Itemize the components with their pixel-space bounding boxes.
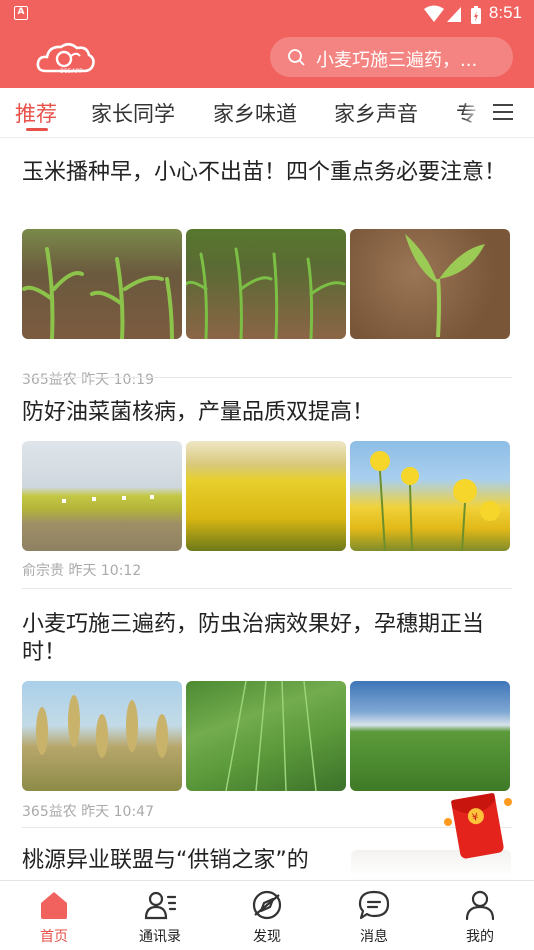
article-source: 365益农 bbox=[22, 372, 77, 388]
bottom-navigation: 首页 通讯录 发现 消息 我的 bbox=[0, 880, 534, 950]
home-icon bbox=[41, 892, 67, 919]
message-icon bbox=[358, 890, 390, 920]
article-card[interactable]: 小麦巧施三遍药，防虫治病效果好，孕穗期正当时！ 365益农 昨天 10:47 bbox=[22, 611, 512, 820]
profile-icon bbox=[465, 890, 495, 921]
contacts-icon bbox=[144, 891, 176, 920]
nav-home-label: 首页 bbox=[40, 929, 68, 945]
nav-discover[interactable]: 发现 bbox=[227, 881, 307, 950]
menu-icon[interactable] bbox=[493, 104, 513, 120]
article-image[interactable] bbox=[350, 681, 510, 791]
signal-icon bbox=[447, 7, 461, 22]
article-source: 365益农 bbox=[22, 804, 77, 820]
nav-profile-label: 我的 bbox=[466, 929, 494, 945]
discover-icon bbox=[252, 890, 282, 920]
news-feed[interactable]: 玉米播种早，小心不出苗！四个重点务必要注意！ 365益农 昨天 10:19 防好… bbox=[0, 139, 534, 880]
status-time: 8:51 bbox=[488, 3, 522, 22]
divider bbox=[22, 827, 512, 828]
article-card[interactable]: 玉米播种早，小心不出苗！四个重点务必要注意！ 365益农 昨天 10:19 bbox=[22, 159, 512, 388]
active-tab-indicator bbox=[26, 128, 48, 131]
divider bbox=[22, 588, 512, 589]
notification-a-icon: A bbox=[14, 6, 28, 20]
article-time: 昨天 10:47 bbox=[81, 804, 154, 820]
article-image[interactable] bbox=[186, 229, 346, 339]
article-card[interactable]: 桃源异业联盟与“供销之家”的 bbox=[22, 847, 512, 880]
search-bar[interactable]: 小麦巧施三遍药，... bbox=[270, 37, 513, 77]
nav-contacts[interactable]: 通讯录 bbox=[120, 881, 200, 950]
article-time: 昨天 10:12 bbox=[68, 563, 142, 579]
nav-messages[interactable]: 消息 bbox=[334, 881, 414, 950]
nav-contacts-label: 通讯录 bbox=[139, 929, 181, 945]
article-card[interactable]: 防好油菜菌核病，产量品质双提高！ 俞宗贵 昨天 10:12 bbox=[22, 399, 512, 579]
wifi-icon bbox=[424, 5, 444, 22]
article-meta: 365益农 昨天 10:47 bbox=[22, 801, 154, 821]
tab-hometown-taste[interactable]: 家乡味道 bbox=[213, 98, 297, 128]
status-bar: A 8:51 bbox=[0, 0, 534, 28]
article-title[interactable]: 玉米播种早，小心不出苗！四个重点务必要注意！ bbox=[22, 159, 512, 187]
nav-discover-label: 发现 bbox=[253, 929, 281, 945]
article-source: 俞宗贵 bbox=[22, 563, 64, 579]
article-image[interactable] bbox=[22, 229, 182, 339]
app-header: A 8:51 365APP 小麦巧施三遍药，... bbox=[0, 0, 534, 88]
tab-parents-classmates[interactable]: 家长同学 bbox=[91, 98, 175, 128]
nav-profile[interactable]: 我的 bbox=[440, 881, 520, 950]
article-title[interactable]: 小麦巧施三遍药，防虫治病效果好，孕穗期正当时！ bbox=[22, 611, 512, 667]
category-tabs: 推荐 家长同学 家乡味道 家乡声音 专 bbox=[0, 88, 534, 138]
app-logo: 365APP bbox=[36, 42, 95, 75]
article-image[interactable] bbox=[350, 441, 510, 551]
tab-recommend[interactable]: 推荐 bbox=[15, 98, 57, 128]
nav-messages-label: 消息 bbox=[360, 929, 388, 945]
red-packet-icon[interactable]: ¥ bbox=[442, 792, 514, 864]
article-title[interactable]: 桃源异业联盟与“供销之家”的 bbox=[22, 847, 332, 875]
battery-icon bbox=[471, 6, 481, 24]
logo-text: 365APP bbox=[60, 68, 83, 75]
search-icon bbox=[288, 49, 305, 66]
divider bbox=[22, 377, 512, 378]
search-input[interactable]: 小麦巧施三遍药，... bbox=[316, 46, 501, 72]
article-image[interactable] bbox=[350, 229, 510, 339]
article-meta: 俞宗贵 昨天 10:12 bbox=[22, 560, 141, 580]
article-title[interactable]: 防好油菜菌核病，产量品质双提高！ bbox=[22, 399, 512, 427]
article-image[interactable] bbox=[22, 441, 182, 551]
article-time: 昨天 10:19 bbox=[81, 372, 154, 388]
article-image[interactable] bbox=[22, 681, 182, 791]
article-meta: 365益农 昨天 10:19 bbox=[22, 369, 154, 389]
nav-home[interactable]: 首页 bbox=[14, 881, 94, 950]
article-image[interactable] bbox=[186, 681, 346, 791]
tabs-fade bbox=[462, 88, 482, 136]
article-image[interactable] bbox=[186, 441, 346, 551]
tab-hometown-voice[interactable]: 家乡声音 bbox=[334, 98, 418, 128]
